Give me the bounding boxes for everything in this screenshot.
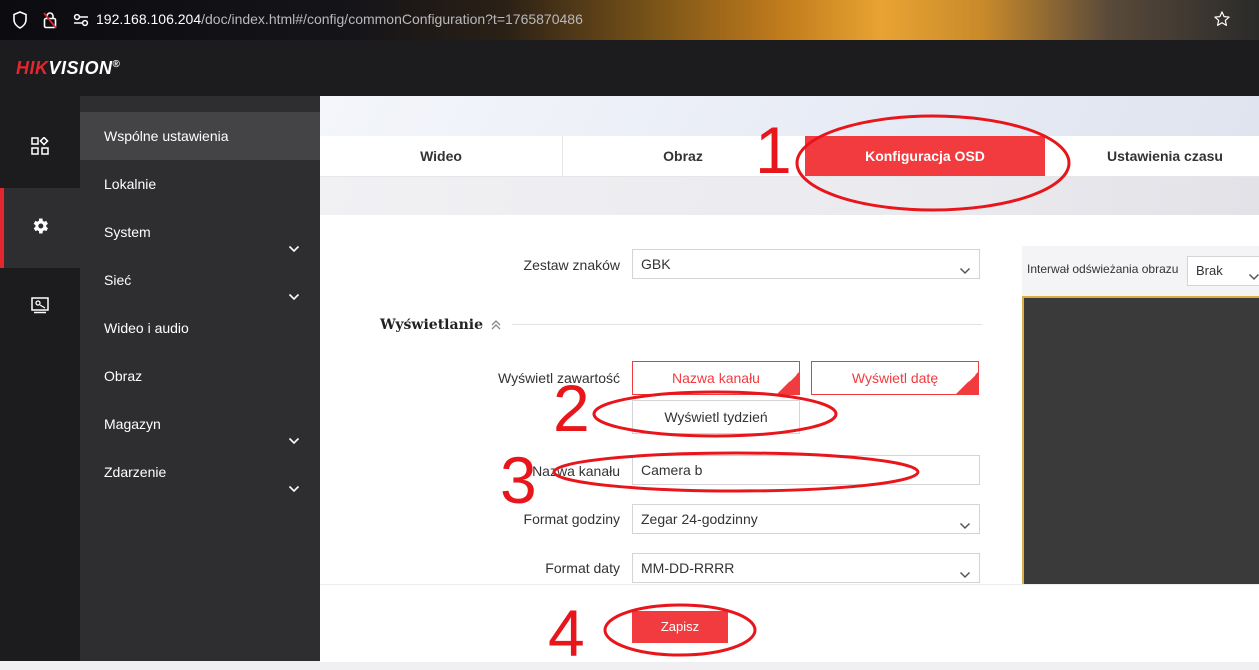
sidebar-item-event[interactable]: Zdarzenie [80, 448, 320, 496]
sidebar-item-label: Wspólne ustawienia [104, 128, 229, 144]
sidebar-menu: Wspólne ustawienia Lokalnie System Sieć … [80, 96, 320, 661]
option-channel-name[interactable]: Nazwa kanału [632, 361, 800, 395]
display-content-label: Wyświetl zawartość [497, 370, 620, 386]
sidebar-item-system[interactable]: System [80, 208, 320, 256]
chevron-down-icon [959, 258, 971, 286]
annotation-number-2: 2 [553, 371, 590, 445]
annotation-number-1: 1 [755, 113, 792, 187]
sidebar-item-network[interactable]: Sieć [80, 256, 320, 304]
sidebar-item-label: Magazyn [104, 416, 161, 432]
url-host: 192.168.106.204 [96, 11, 202, 27]
sidebar-item-label: Sieć [104, 272, 132, 288]
video-preview[interactable] [1022, 296, 1259, 618]
permissions-icon[interactable] [72, 11, 90, 34]
chevron-down-icon [288, 466, 300, 514]
refresh-interval-value: Brak [1196, 263, 1223, 278]
date-format-label: Format daty [545, 560, 620, 576]
chevron-down-icon [959, 513, 971, 541]
footer-bar: Zapisz [320, 584, 1259, 662]
refresh-interval-select[interactable]: Brak [1187, 256, 1259, 286]
annotation-number-3: 3 [500, 443, 537, 517]
sidebar-item-label: Lokalnie [104, 176, 157, 192]
icon-rail [0, 96, 80, 661]
sidebar-item-label: Wideo i audio [104, 320, 189, 336]
date-format-select[interactable]: MM-DD-RRRR [632, 553, 980, 583]
channel-name-input[interactable]: Camera b [632, 455, 980, 485]
charset-label: Zestaw znaków [523, 257, 620, 273]
refresh-interval-label: Interwał odświeżania obrazu [1027, 262, 1179, 276]
option-label: Wyświetl datę [851, 370, 939, 386]
option-label: Wyświetl tydzień [664, 409, 768, 425]
sidebar-item-label: System [104, 224, 151, 240]
bookmark-star-icon[interactable] [1213, 10, 1231, 33]
charset-select[interactable]: GBK [632, 249, 980, 279]
lock-warning-icon[interactable] [42, 11, 58, 34]
checkmark-icon [965, 361, 976, 393]
section-divider [512, 324, 982, 325]
rail-item-overview[interactable] [0, 108, 80, 188]
date-format-value: MM-DD-RRRR [641, 560, 735, 576]
rail-item-maintenance[interactable] [0, 268, 80, 348]
sidebar-item-label: Obraz [104, 368, 143, 384]
hour-format-value: Zegar 24-godzinny [641, 511, 758, 527]
url-path: /doc/index.html#/config/commonConfigurat… [201, 11, 583, 27]
option-show-week[interactable]: Wyświetl tydzień [632, 400, 800, 434]
option-label: Nazwa kanału [672, 370, 760, 386]
tab-time-settings[interactable]: Ustawienia czasu [1045, 136, 1259, 176]
shield-icon[interactable] [12, 11, 28, 34]
checkmark-icon [786, 361, 797, 393]
option-show-date[interactable]: Wyświetl datę [811, 361, 979, 395]
grid-apps-icon [31, 135, 49, 160]
hour-format-select[interactable]: Zegar 24-godzinny [632, 504, 980, 534]
monitor-icon [30, 296, 50, 321]
hikvision-logo: HIKVISION® [16, 58, 121, 78]
app-header: HIKVISION® [0, 40, 1259, 96]
sidebar-item-image[interactable]: Obraz [80, 352, 320, 400]
sidebar-item-video-audio[interactable]: Wideo i audio [80, 304, 320, 352]
sidebar-item-label: Zdarzenie [104, 464, 167, 480]
gear-icon [30, 216, 50, 241]
browser-address-bar: 192.168.106.204/doc/index.html#/config/c… [0, 0, 1259, 40]
chevron-down-icon [1248, 265, 1259, 293]
annotation-number-4: 4 [548, 596, 585, 670]
chevron-up-double-icon[interactable] [490, 318, 502, 336]
tab-video[interactable]: Wideo [320, 136, 563, 176]
url-field[interactable]: 192.168.106.204/doc/index.html#/config/c… [96, 11, 583, 27]
charset-value: GBK [641, 256, 671, 272]
rail-item-configuration[interactable] [0, 188, 80, 268]
tab-osd-configuration[interactable]: Konfiguracja OSD [805, 136, 1045, 176]
section-title-display: Wyświetlanie [380, 317, 483, 333]
sidebar-item-common-settings[interactable]: Wspólne ustawienia [80, 112, 320, 160]
sidebar-item-storage[interactable]: Magazyn [80, 400, 320, 448]
save-button[interactable]: Zapisz [632, 611, 728, 643]
sidebar-item-local[interactable]: Lokalnie [80, 160, 320, 208]
